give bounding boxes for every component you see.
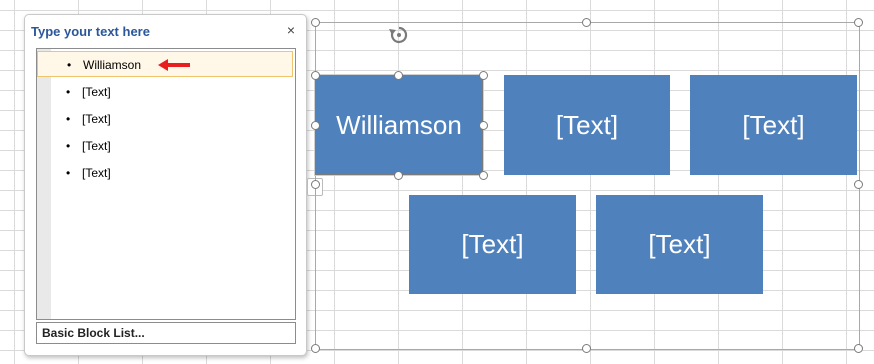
layout-name-label[interactable]: Basic Block List... bbox=[42, 326, 145, 340]
layout-name-link[interactable]: Basic Block List... bbox=[36, 322, 296, 344]
bullet-icon: • bbox=[67, 58, 72, 72]
text-list[interactable]: • Williamson • [Text] • [Text] • [Text] … bbox=[36, 48, 296, 320]
red-arrow-icon bbox=[158, 59, 190, 71]
smartart-block[interactable]: [Text] bbox=[409, 195, 576, 294]
list-item[interactable]: • [Text] bbox=[37, 133, 293, 159]
resize-handle[interactable] bbox=[854, 18, 863, 27]
list-item-label[interactable]: [Text] bbox=[82, 139, 111, 153]
bullet-icon: • bbox=[66, 166, 71, 180]
list-item[interactable]: • [Text] bbox=[37, 106, 293, 132]
shape-handle[interactable] bbox=[479, 171, 488, 180]
resize-handle[interactable] bbox=[582, 344, 591, 353]
close-icon[interactable]: × bbox=[287, 22, 295, 38]
bullet-icon: • bbox=[66, 139, 71, 153]
resize-handle[interactable] bbox=[854, 180, 863, 189]
shape-handle[interactable] bbox=[394, 171, 403, 180]
resize-handle[interactable] bbox=[311, 18, 320, 27]
list-item-label[interactable]: [Text] bbox=[82, 166, 111, 180]
smartart-block[interactable]: [Text] bbox=[690, 75, 857, 175]
shape-handle[interactable] bbox=[479, 71, 488, 80]
bullet-icon: • bbox=[66, 85, 71, 99]
smartart-text-pane: Type your text here × • Williamson • [Te… bbox=[24, 14, 307, 356]
resize-handle[interactable] bbox=[311, 180, 320, 189]
rotate-handle-icon[interactable] bbox=[388, 24, 410, 46]
shape-handle[interactable] bbox=[311, 121, 320, 130]
list-item[interactable]: • [Text] bbox=[37, 160, 293, 186]
list-item-label[interactable]: [Text] bbox=[82, 85, 111, 99]
bullet-icon: • bbox=[66, 112, 71, 126]
shape-handle[interactable] bbox=[311, 71, 320, 80]
resize-handle[interactable] bbox=[311, 344, 320, 353]
smartart-block[interactable]: Williamson bbox=[314, 74, 484, 176]
list-item[interactable]: • [Text] bbox=[37, 79, 293, 105]
resize-handle[interactable] bbox=[582, 18, 591, 27]
list-item-label[interactable]: [Text] bbox=[82, 112, 111, 126]
smartart-block[interactable]: [Text] bbox=[504, 75, 670, 175]
pane-title: Type your text here bbox=[31, 24, 150, 39]
smartart-block[interactable]: [Text] bbox=[596, 195, 763, 294]
list-item[interactable]: • Williamson bbox=[37, 51, 293, 77]
shape-handle[interactable] bbox=[394, 71, 403, 80]
shape-handle[interactable] bbox=[479, 121, 488, 130]
resize-handle[interactable] bbox=[854, 344, 863, 353]
list-item-label[interactable]: Williamson bbox=[83, 58, 141, 72]
